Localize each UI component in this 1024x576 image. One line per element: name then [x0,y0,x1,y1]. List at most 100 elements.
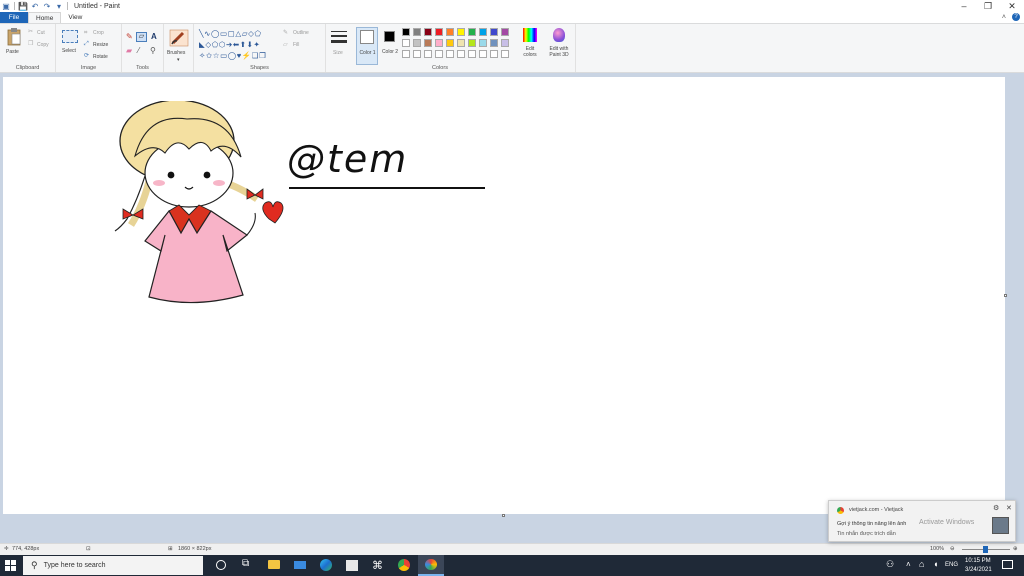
copy-button[interactable]: Copy [37,42,49,48]
redo-icon[interactable]: ↷ [41,0,53,12]
color-swatch[interactable] [468,39,476,47]
color-swatch[interactable] [424,50,432,58]
paint-taskbar-button[interactable] [418,555,444,576]
cut-button[interactable]: Cut [37,30,45,36]
close-button[interactable]: ✕ [1000,0,1024,12]
color-swatch[interactable] [413,39,421,47]
tab-file[interactable]: File [0,12,28,23]
action-center-icon[interactable] [1002,560,1013,569]
collapse-ribbon-icon[interactable]: ˄ [1002,14,1006,21]
edit-paint3d-button[interactable]: Edit with Paint 3D [545,28,573,64]
undo-icon[interactable]: ↶ [29,0,41,12]
network-icon[interactable]: ⌂ [919,559,924,569]
tab-home[interactable]: Home [28,12,62,23]
brushes-dropdown-icon[interactable]: ▾ [177,57,180,63]
color-swatch[interactable] [468,28,476,36]
tab-view[interactable]: View [61,12,89,23]
color2-button[interactable]: Color 2 [380,27,400,65]
color-swatch[interactable] [490,39,498,47]
magnifier-icon[interactable]: ⚲ [150,47,156,55]
color-swatch[interactable] [479,28,487,36]
eraser-icon[interactable]: ▰ [126,47,132,55]
zoom-slider[interactable] [962,546,1010,553]
clock-date[interactable]: 3/24/2021 [965,567,992,573]
tray-chevron-icon[interactable]: ˄ [906,560,911,569]
pencil-icon[interactable]: ✎ [126,33,133,41]
color-picker-icon[interactable]: ⁄ [138,47,139,55]
store-icon[interactable] [346,560,358,571]
minimize-button[interactable]: – [952,0,976,12]
color-swatch[interactable] [457,39,465,47]
app-icon[interactable]: ⌘ [372,559,383,572]
fill-icon: ▱ [283,42,288,48]
color-swatch[interactable] [413,28,421,36]
paste-button[interactable]: Paste [4,28,24,60]
chrome-taskbar-icon[interactable] [398,559,410,571]
color-swatch[interactable] [424,28,432,36]
shapes-row-2: ◣◇⬠⬡➔⬅⬆⬇✦ [199,40,261,49]
zoom-slider-thumb[interactable] [983,546,988,553]
save-icon[interactable]: 💾 [17,0,29,12]
text-icon[interactable]: A [151,33,157,41]
color-swatch[interactable] [424,39,432,47]
volume-icon[interactable]: ◖ [933,559,938,569]
select-button[interactable]: Select [60,28,82,62]
color-swatch[interactable] [501,28,509,36]
resize-icon: ⤢ [84,41,89,47]
color-swatch[interactable] [446,39,454,47]
clock-time[interactable]: 10:15 PM [965,558,991,564]
outline-button[interactable]: Outline [293,30,309,36]
color-swatch[interactable] [468,50,476,58]
size-button[interactable]: Size [328,27,350,63]
color-swatch[interactable] [479,50,487,58]
start-button[interactable] [5,560,16,571]
fill-tool-icon[interactable]: ▱ [136,32,147,42]
color-swatch[interactable] [435,39,443,47]
notification-settings-icon[interactable]: ⚙ [993,504,999,512]
fill-button[interactable]: Fill [293,42,299,48]
color-swatch[interactable] [435,28,443,36]
color-swatch[interactable] [435,50,443,58]
cortana-icon[interactable] [216,560,226,570]
brushes-group[interactable]: Brushes ▾ [164,24,194,72]
color1-button[interactable]: Color 1 [356,27,378,65]
color-swatch[interactable] [446,28,454,36]
people-icon[interactable]: ⚇ [886,559,894,570]
color-swatch[interactable] [490,28,498,36]
edge-icon[interactable] [320,559,332,571]
color-swatch[interactable] [446,50,454,58]
mail-icon[interactable] [294,561,306,569]
zoom-out-button[interactable]: ⊖ [950,546,955,552]
crop-button[interactable]: Crop [93,30,104,36]
color-swatch[interactable] [490,50,498,58]
canvas-resize-handle[interactable] [1004,294,1007,297]
rotate-icon: ⟳ [84,53,90,59]
taskbar-search[interactable]: ⚲ Type here to search [23,556,203,575]
edit-colors-button[interactable]: Edit colors [518,28,542,64]
notification-close-icon[interactable]: ✕ [1006,504,1012,512]
help-icon[interactable]: ? [1012,13,1020,21]
rotate-button[interactable]: Rotate [93,54,108,60]
color-swatch[interactable] [402,50,410,58]
notification-avatar [992,517,1009,534]
color-swatch[interactable] [501,39,509,47]
handwritten-text: @tem [287,137,409,181]
color-swatch[interactable] [402,39,410,47]
color-swatch[interactable] [457,28,465,36]
notification-toast[interactable]: vietjack.com - Vietjack ⚙ ✕ Activate Win… [828,500,1016,542]
color-swatch[interactable] [479,39,487,47]
language-indicator[interactable]: ENG [945,562,958,568]
task-view-icon[interactable]: ⧉ [242,558,249,569]
file-explorer-icon[interactable] [268,560,280,569]
color-swatch[interactable] [501,50,509,58]
customize-qat-icon[interactable]: ▾ [53,0,65,12]
maximize-button[interactable]: ❐ [976,0,1000,12]
color-swatch[interactable] [457,50,465,58]
canvas-resize-handle[interactable] [502,514,505,517]
drawing-canvas[interactable]: @tem [3,77,1005,514]
resize-button[interactable]: Resize [93,42,108,48]
shapes-gallery[interactable]: ╲∿◯▭▢△▱◇⬠ ◣◇⬠⬡➔⬅⬆⬇✦ ✧✩☆▭◯♥⚡❑❒ [199,28,279,61]
zoom-in-button[interactable]: ⊕ [1013,546,1018,552]
color-swatch[interactable] [413,50,421,58]
color-swatch[interactable] [402,28,410,36]
